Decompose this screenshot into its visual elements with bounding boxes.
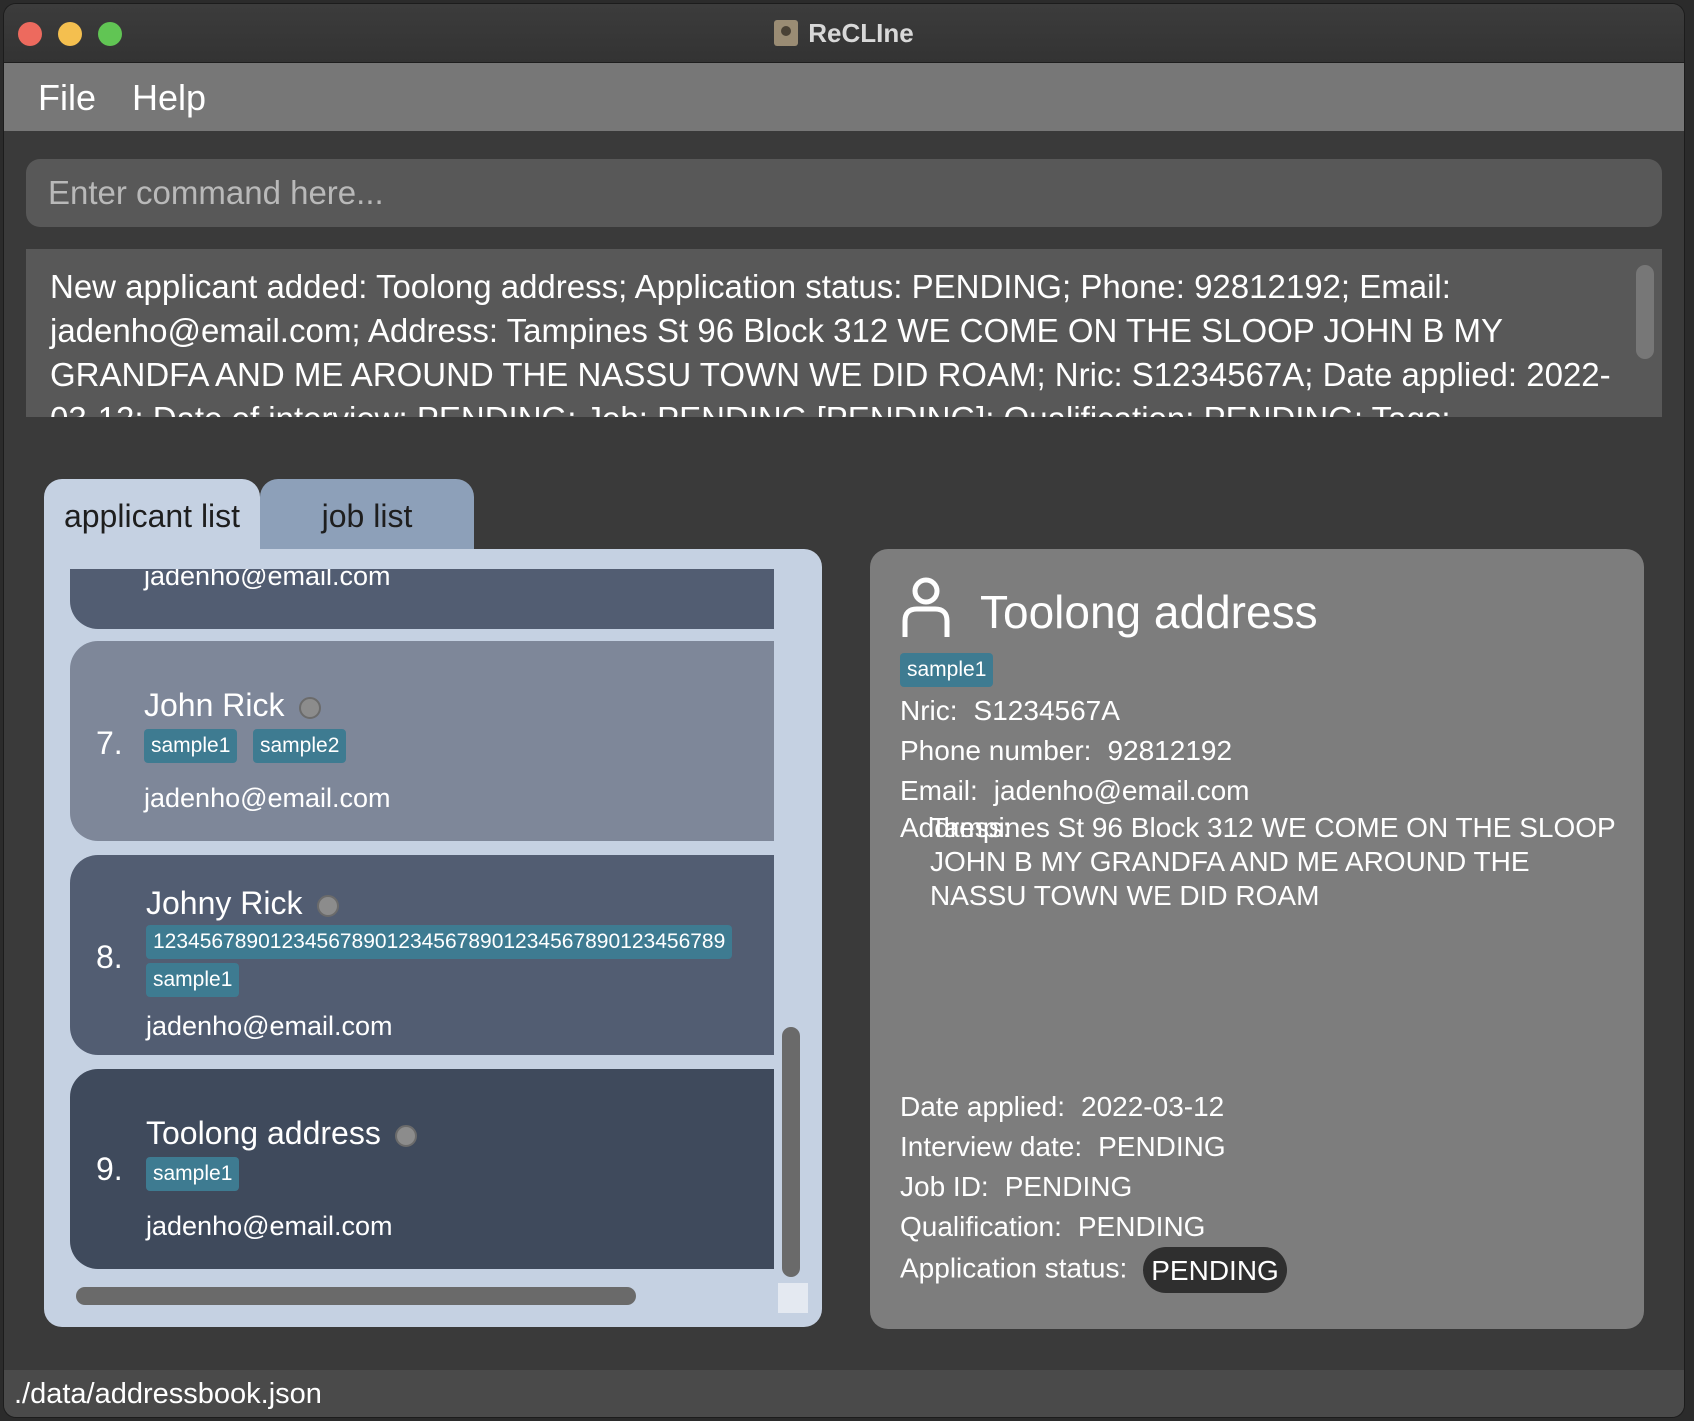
phone-value: 92812192 — [1107, 735, 1233, 766]
status-dot-icon — [394, 1124, 417, 1147]
phone-label: Phone number: — [900, 735, 1092, 766]
result-display[interactable]: New applicant added: Toolong address; Ap… — [26, 249, 1662, 417]
nric-row: Nric: S1234567A — [900, 695, 1120, 727]
email-row: Email: jadenho@email.com — [900, 775, 1249, 807]
status-dot-icon — [298, 696, 321, 719]
person-icon — [902, 577, 950, 637]
nric-label: Nric: — [900, 695, 958, 726]
interview-row: Interview date: PENDING — [900, 1131, 1226, 1163]
tag: sample1 — [146, 1157, 240, 1191]
list-horizontal-scrollbar[interactable] — [76, 1287, 636, 1305]
tag: sample2 — [253, 729, 347, 763]
qualification-value: PENDING — [1077, 1211, 1206, 1242]
applicant-detail-panel: Toolong address sample1 Nric: S1234567A P… — [870, 549, 1644, 1329]
address-value: Tampines St 96 Block 312 WE COME ON THE … — [930, 812, 1616, 911]
card-name-text: Johny Rick — [146, 885, 303, 921]
app-icon — [774, 20, 799, 46]
status-badge: PENDING — [1143, 1247, 1287, 1293]
list-item[interactable]: 7. John Rick sample1 sample2 jadenho@ema… — [70, 641, 774, 841]
status-row: Application status: PENDING — [900, 1247, 1287, 1293]
list-item[interactable]: 9. Toolong address sample1 jadenho@email… — [70, 1069, 774, 1269]
date-row: Date applied: 2022-03-12 — [900, 1091, 1224, 1123]
qualification-label: Qualification: — [900, 1211, 1062, 1242]
status-label: Application status: — [900, 1252, 1128, 1284]
menu-help[interactable]: Help — [132, 77, 206, 119]
window-title-text: ReCLIne — [808, 18, 914, 48]
card-email: jadenho@email.com — [144, 783, 391, 813]
status-bar: ./data/addressbook.json — [4, 1370, 1684, 1417]
card-email: jadenho@email.com — [146, 1011, 393, 1041]
job-value: PENDING — [1004, 1171, 1133, 1202]
email-value: jadenho@email.com — [993, 775, 1250, 806]
card-name: John Rick — [144, 687, 321, 724]
card-name: Johny Rick — [146, 885, 339, 922]
card-index: 8. — [96, 939, 123, 975]
tag: sample1 — [146, 963, 240, 997]
tab-applicant-list[interactable]: applicant list — [44, 479, 260, 553]
tag: 1234567890123456789012345678901234567890… — [146, 925, 733, 959]
menu-file[interactable]: File — [38, 77, 96, 119]
tab-job-list[interactable]: job list — [260, 479, 474, 553]
job-label: Job ID: — [900, 1171, 989, 1202]
card-name-text: Toolong address — [146, 1115, 381, 1151]
date-value: 2022-03-12 — [1081, 1091, 1225, 1122]
phone-row: Phone number: 92812192 — [900, 735, 1232, 767]
applicant-list: jadenho@email.com 7. John Rick sample1 s… — [70, 569, 774, 1277]
scroll-corner — [778, 1283, 808, 1313]
menu-bar: File Help — [4, 63, 1684, 131]
save-location: ./data/addressbook.json — [14, 1378, 322, 1410]
qualification-row: Qualification: PENDING — [900, 1211, 1205, 1243]
list-vertical-scrollbar[interactable] — [782, 1027, 800, 1277]
card-index: 7. — [96, 725, 123, 761]
interview-value: PENDING — [1098, 1131, 1226, 1162]
nric-value: S1234567A — [973, 695, 1120, 726]
tag: sample1 — [144, 729, 238, 763]
list-item[interactable]: jadenho@email.com — [70, 569, 774, 629]
window-title: ReCLIne — [4, 18, 1684, 49]
result-scrollbar[interactable] — [1636, 265, 1654, 359]
address-label: Address: — [900, 812, 1011, 843]
status-dot-icon — [316, 894, 339, 917]
command-box — [26, 159, 1662, 227]
detail-name: Toolong address — [980, 586, 1318, 638]
result-text: New applicant added: Toolong address; Ap… — [50, 268, 1611, 417]
card-index: 9. — [96, 1151, 123, 1187]
job-row: Job ID: PENDING — [900, 1171, 1132, 1203]
list-item[interactable]: 8. Johny Rick 12345678901234567890123456… — [70, 855, 774, 1055]
card-email: jadenho@email.com — [144, 569, 391, 591]
email-label: Email: — [900, 775, 978, 806]
title-bar: ReCLIne — [4, 4, 1684, 63]
interview-label: Interview date: — [900, 1131, 1083, 1162]
applicant-list-panel: jadenho@email.com 7. John Rick sample1 s… — [44, 549, 822, 1327]
card-email: jadenho@email.com — [146, 1211, 393, 1241]
detail-tag: sample1 — [900, 653, 994, 687]
date-label: Date applied: — [900, 1091, 1066, 1122]
app-window: ReCLIne File Help New applicant added: T… — [4, 4, 1684, 1417]
card-name-text: John Rick — [144, 687, 285, 723]
command-input[interactable] — [26, 159, 1662, 227]
card-name: Toolong address — [146, 1115, 417, 1152]
